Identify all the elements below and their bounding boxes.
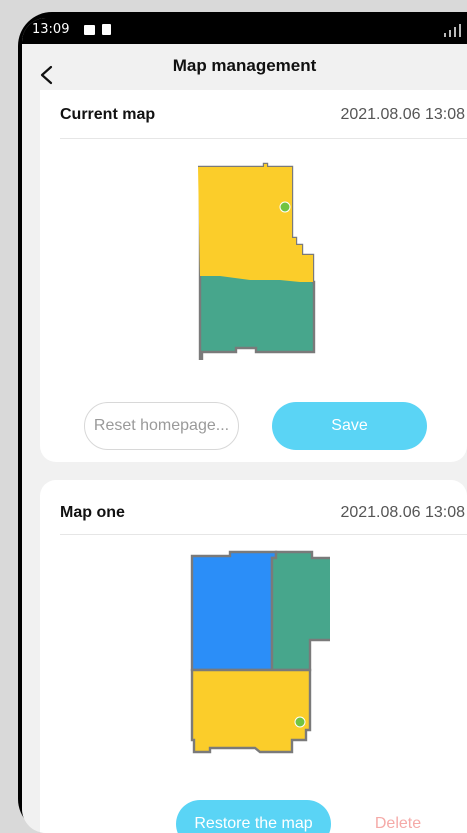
- restore-map-button[interactable]: Restore the map: [176, 800, 331, 833]
- dock-icon: [279, 201, 291, 213]
- delete-button[interactable]: Delete: [358, 800, 438, 833]
- current-map-card: Current map 2021.08.06 13:08 Reset homep…: [40, 90, 467, 462]
- map-one-name: Map one: [60, 504, 125, 521]
- app-screen: 13:09 Map management Current map 2021.08…: [22, 18, 467, 833]
- reset-homepage-button[interactable]: Reset homepage...: [84, 402, 239, 450]
- divider: [60, 138, 467, 139]
- map-one-header: Map one 2021.08.06 13:08: [60, 494, 467, 522]
- map-one-time: 2021.08.06 13:08: [340, 504, 465, 521]
- dock-icon: [294, 716, 306, 728]
- current-map-image: [198, 162, 316, 360]
- current-map-header: Current map 2021.08.06 13:08: [60, 106, 467, 134]
- status-bar: 13:09: [22, 18, 467, 44]
- map-one-image: [190, 550, 330, 754]
- current-map-name: Current map: [60, 106, 156, 123]
- map-one-card: Map one 2021.08.06 13:08 Restore the map…: [40, 480, 467, 833]
- divider: [60, 534, 467, 535]
- save-button[interactable]: Save: [272, 402, 427, 450]
- gallery-icon: [84, 25, 95, 35]
- current-map-time: 2021.08.06 13:08: [340, 106, 465, 123]
- page-title: Map management: [172, 56, 317, 75]
- status-time: 13:09: [32, 22, 70, 37]
- signal-icon: [444, 24, 461, 37]
- sd-card-icon: [102, 24, 111, 35]
